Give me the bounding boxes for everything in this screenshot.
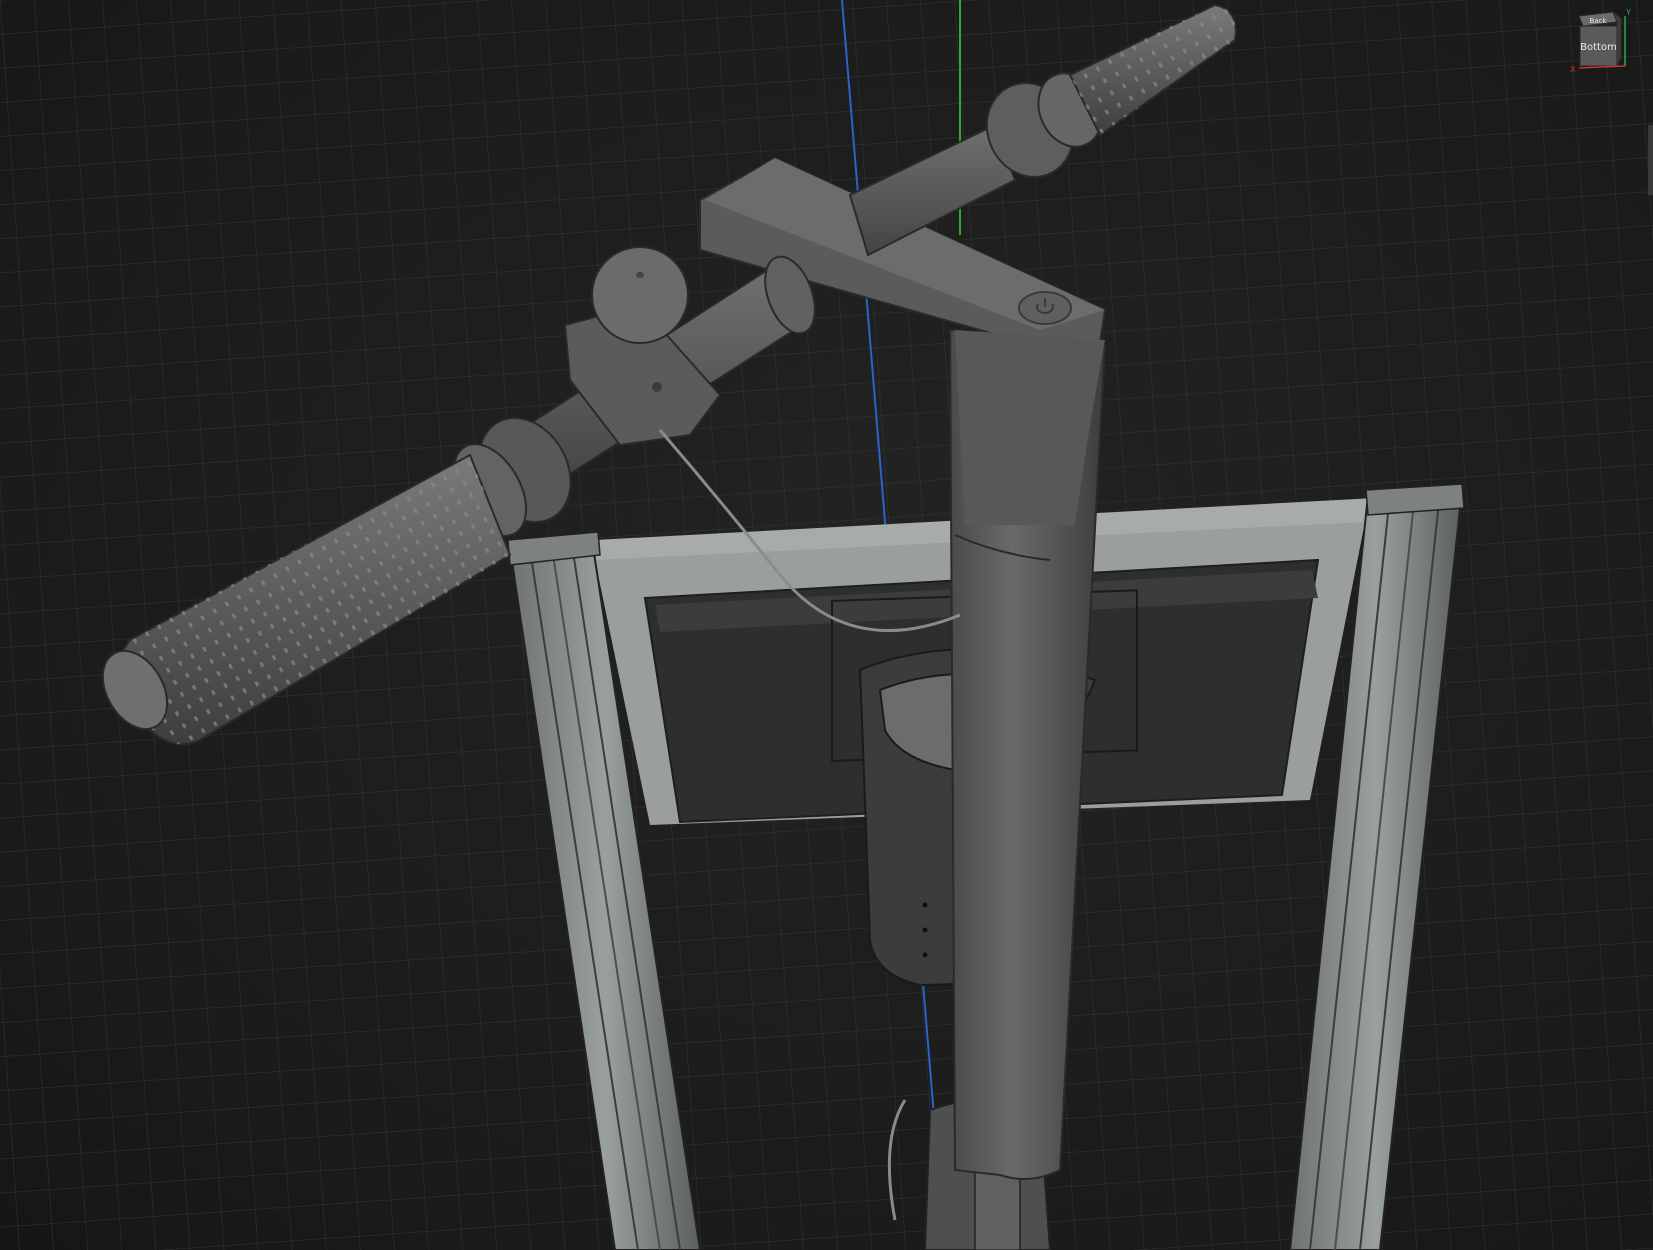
view-cube-y-label: Y [1625, 8, 1631, 17]
view-cube[interactable]: Back Bottom Y X [1565, 6, 1635, 76]
view-cube-front-label: Bottom [1580, 42, 1617, 53]
model-scene[interactable] [0, 0, 1653, 1250]
power-button-icon[interactable] [1018, 291, 1072, 325]
view-cube-top-label: Back [1590, 17, 1608, 25]
view-cube-x-label: X [1570, 65, 1576, 74]
3d-viewport[interactable]: Back Bottom Y X [0, 0, 1653, 1250]
side-panel-tab-lower[interactable] [1648, 140, 1653, 195]
